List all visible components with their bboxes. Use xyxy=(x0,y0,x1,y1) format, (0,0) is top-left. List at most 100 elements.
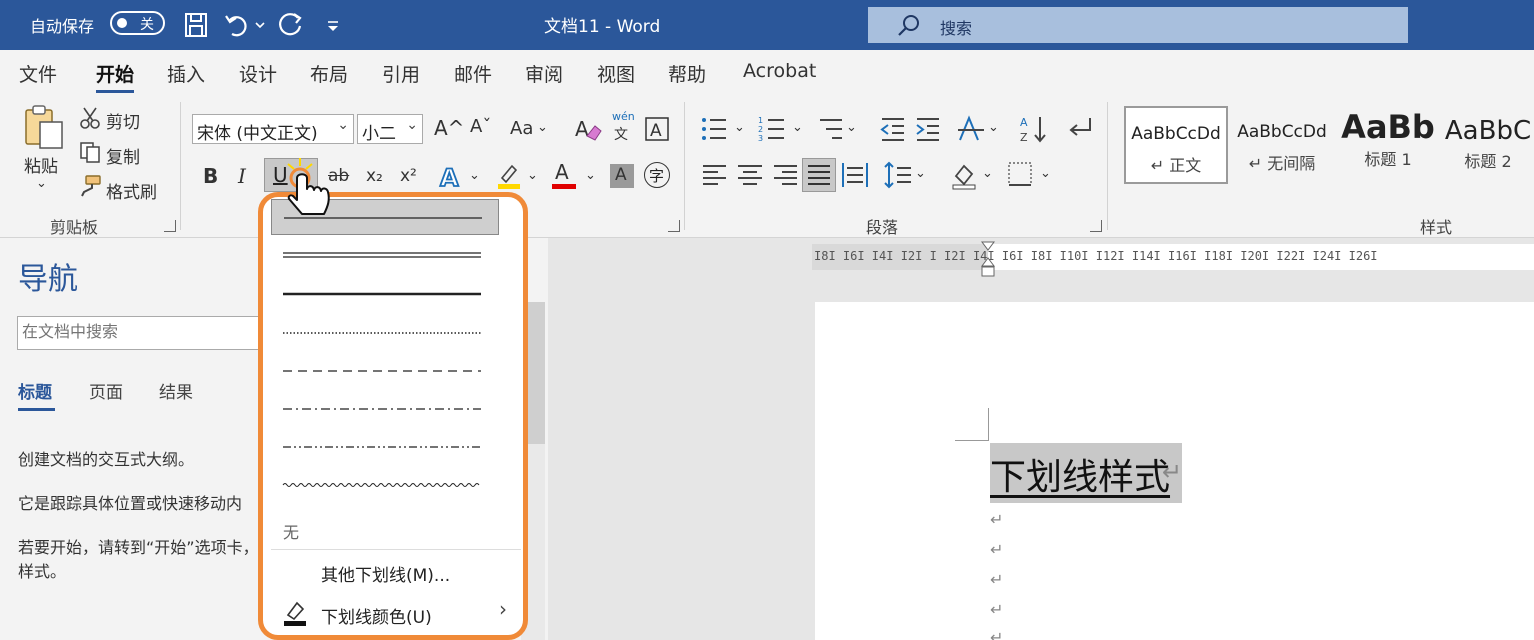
enclose-characters-button[interactable]: 字 xyxy=(644,162,670,188)
clipboard-group-label: 剪贴板 xyxy=(50,218,99,237)
change-case-chevron-icon[interactable]: ⌄ xyxy=(537,120,548,135)
font-color-chevron-icon[interactable]: ⌄ xyxy=(585,168,596,183)
undo-icon[interactable] xyxy=(222,8,252,42)
phonetic-guide-pinyin[interactable]: wén xyxy=(612,110,635,123)
underline-option-thick[interactable] xyxy=(271,275,499,311)
underline-color-item[interactable]: 下划线颜色(U) xyxy=(321,603,432,628)
change-case-button[interactable]: Aa xyxy=(510,118,533,139)
grow-font-button[interactable]: A^ xyxy=(434,116,464,140)
font-name-combo[interactable]: 宋体 (中文正文) ⌄ xyxy=(192,114,354,144)
nav-tab-headings[interactable]: 标题 xyxy=(18,378,52,403)
paste-icon[interactable] xyxy=(22,104,66,150)
phonetic-guide-char[interactable]: 文 xyxy=(614,124,628,144)
borders-icon[interactable] xyxy=(1006,160,1036,190)
bullets-chevron-icon[interactable]: ⌄ xyxy=(734,120,745,135)
more-underlines-item[interactable]: 其他下划线(M)... xyxy=(321,561,450,586)
style-heading-1[interactable]: AaBb 标题 1 xyxy=(1336,106,1440,184)
redo-icon[interactable] xyxy=(278,8,308,42)
highlight-chevron-icon[interactable]: ⌄ xyxy=(527,168,538,183)
underline-option-dashed[interactable] xyxy=(271,351,499,387)
line-spacing-chevron-icon[interactable]: ⌄ xyxy=(915,166,926,181)
underline-option-none[interactable]: 无 xyxy=(283,519,299,543)
increase-indent-icon[interactable] xyxy=(913,114,943,144)
paragraph-group-label: 段落 xyxy=(866,218,899,237)
clear-formatting-icon[interactable]: A xyxy=(573,114,603,144)
multilevel-list-icon[interactable] xyxy=(816,114,846,144)
copy-icon[interactable] xyxy=(78,140,102,164)
text-effects-icon[interactable]: A xyxy=(438,162,468,192)
nav-tab-results[interactable]: 结果 xyxy=(159,378,193,403)
subscript-button[interactable]: x₂ xyxy=(366,166,383,186)
text-effects-chevron-icon[interactable]: ⌄ xyxy=(469,168,480,183)
tab-review[interactable]: 审阅 xyxy=(525,60,563,87)
copy-button[interactable]: 复制 xyxy=(106,143,140,168)
italic-button[interactable]: I xyxy=(238,164,246,188)
show-marks-icon[interactable] xyxy=(1066,114,1096,144)
align-center-icon[interactable] xyxy=(735,160,765,190)
tab-mailings[interactable]: 邮件 xyxy=(454,60,492,87)
clipboard-launcher-icon[interactable] xyxy=(164,220,176,232)
tab-layout[interactable]: 布局 xyxy=(310,60,348,87)
tab-insert[interactable]: 插入 xyxy=(167,60,205,87)
borders-chevron-icon[interactable]: ⌄ xyxy=(1040,166,1051,181)
highlight-icon[interactable] xyxy=(494,160,524,190)
tab-file[interactable]: 文件 xyxy=(19,60,57,87)
decrease-indent-icon[interactable] xyxy=(878,114,908,144)
align-left-icon[interactable] xyxy=(700,160,730,190)
bold-button[interactable]: B xyxy=(203,164,218,188)
customize-qat-icon[interactable] xyxy=(322,8,344,42)
tab-view[interactable]: 视图 xyxy=(597,60,635,87)
underline-option-dash-dot[interactable] xyxy=(271,389,499,425)
autosave-toggle[interactable]: 关 xyxy=(110,11,165,35)
save-icon[interactable] xyxy=(181,8,211,42)
sort-icon[interactable]: AZ xyxy=(1020,114,1050,144)
indent-marker-icon[interactable] xyxy=(980,240,996,278)
font-size-combo[interactable]: 小二 ⌄ xyxy=(357,114,423,144)
line-spacing-icon[interactable] xyxy=(884,160,914,190)
style-no-spacing[interactable]: AaBbCcDd ↵ 无间隔 xyxy=(1230,106,1334,184)
bullets-icon[interactable] xyxy=(700,114,730,144)
underline-option-dash-dot-dot[interactable] xyxy=(271,427,499,463)
font-launcher-icon[interactable] xyxy=(668,220,680,232)
paragraph-launcher-icon[interactable] xyxy=(1090,220,1102,232)
chinese-layout-chevron-icon[interactable]: ⌄ xyxy=(988,120,999,135)
margin-corner-mark xyxy=(955,440,989,441)
tab-acrobat[interactable]: Acrobat xyxy=(743,60,816,82)
tab-help[interactable]: 帮助 xyxy=(668,60,706,87)
font-color-button[interactable]: A xyxy=(552,160,576,190)
group-separator xyxy=(684,102,685,230)
style-normal[interactable]: AaBbCcDd ↵ 正文 xyxy=(1124,106,1228,184)
undo-dropdown-chevron-icon[interactable] xyxy=(252,8,268,42)
shading-chevron-icon[interactable]: ⌄ xyxy=(982,166,993,181)
chinese-layout-icon[interactable] xyxy=(956,114,986,144)
search-box[interactable]: 搜索 xyxy=(868,7,1408,43)
paste-dropdown-chevron-icon[interactable]: ⌄ xyxy=(36,176,47,191)
font-size-chevron-icon: ⌄ xyxy=(406,117,418,133)
align-right-icon[interactable] xyxy=(770,160,800,190)
character-shading-button[interactable]: A xyxy=(610,164,634,188)
underline-option-dotted[interactable] xyxy=(271,313,499,349)
shrink-font-button[interactable]: Aˇ xyxy=(470,116,491,137)
underline-option-wave[interactable] xyxy=(271,465,499,501)
tab-design[interactable]: 设计 xyxy=(239,60,277,87)
format-painter-icon[interactable] xyxy=(78,174,102,198)
nav-search-input[interactable] xyxy=(17,316,277,350)
format-painter-button[interactable]: 格式刷 xyxy=(106,178,157,203)
multilevel-chevron-icon[interactable]: ⌄ xyxy=(846,120,857,135)
style-heading-2[interactable]: AaBbC 标题 2 xyxy=(1442,106,1534,184)
underline-option-double[interactable] xyxy=(271,237,499,273)
paste-button[interactable]: 粘贴 xyxy=(24,152,58,177)
superscript-button[interactable]: x² xyxy=(400,166,417,186)
tab-home[interactable]: 开始 xyxy=(96,60,134,87)
document-text[interactable]: 下划线样式 xyxy=(990,448,1170,500)
cut-button[interactable]: 剪切 xyxy=(106,108,140,133)
shading-icon[interactable] xyxy=(950,160,980,190)
numbering-chevron-icon[interactable]: ⌄ xyxy=(792,120,803,135)
numbering-icon[interactable]: 123 xyxy=(758,114,788,144)
justify-button[interactable] xyxy=(802,158,836,192)
nav-tab-pages[interactable]: 页面 xyxy=(89,378,123,403)
distributed-icon[interactable] xyxy=(840,160,870,190)
character-border-icon[interactable]: A xyxy=(644,116,670,142)
tab-references[interactable]: 引用 xyxy=(382,60,420,87)
cut-icon[interactable] xyxy=(78,106,102,130)
